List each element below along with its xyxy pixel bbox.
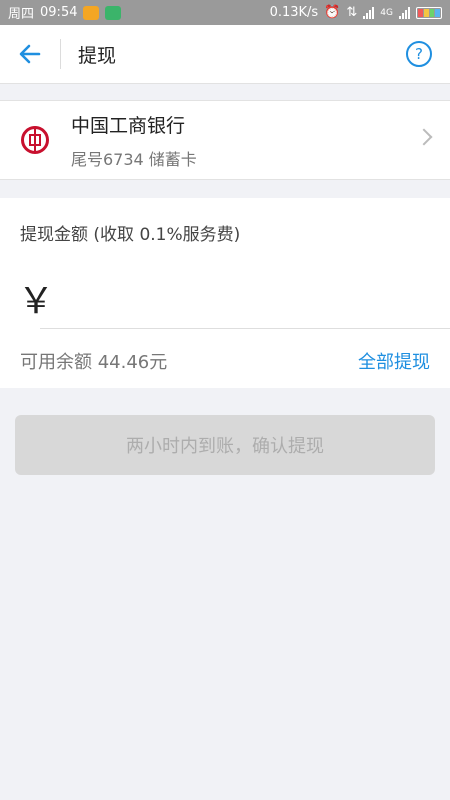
page-title: 提现 xyxy=(78,44,117,67)
signal-2-icon xyxy=(399,6,410,19)
status-left: 周四 09:54 xyxy=(8,3,122,22)
input-underline xyxy=(40,328,450,329)
battery-icon xyxy=(416,6,442,19)
bank-card-detail: 尾号6734 储蓄卡 xyxy=(71,149,197,169)
alarm-icon: ⏰ xyxy=(324,5,341,20)
help-button[interactable]: ? xyxy=(406,41,432,67)
amount-label: 提现金额 (收取 0.1%服务费) xyxy=(20,225,241,245)
app-notification-icon xyxy=(83,5,100,20)
icbc-logo-icon xyxy=(21,126,49,154)
status-day: 周四 xyxy=(8,7,35,22)
available-balance: 可用余额 44.46元 xyxy=(20,352,168,373)
header: 提现 ? xyxy=(0,25,450,84)
bank-name: 中国工商银行 xyxy=(71,114,186,137)
amount-section: 提现金额 (收取 0.1%服务费) ￥ 可用余额 44.46元 全部提现 xyxy=(0,198,450,388)
question-circle-icon: ? xyxy=(415,45,423,63)
withdraw-all-button[interactable]: 全部提现 xyxy=(358,348,430,374)
data-arrows-icon: ⇅ xyxy=(346,5,358,20)
status-time: 09:54 xyxy=(40,5,78,20)
confirm-withdraw-button[interactable]: 两小时内到账，确认提现 xyxy=(15,415,435,475)
bank-card-selector[interactable]: 中国工商银行 尾号6734 储蓄卡 xyxy=(0,100,450,180)
shield-app-icon xyxy=(105,5,122,20)
bank-text: 中国工商银行 尾号6734 储蓄卡 xyxy=(71,111,197,170)
status-bar: 周四 09:54 0.13K/s ⏰ ⇅ 4G xyxy=(0,0,450,25)
currency-symbol: ￥ xyxy=(18,281,55,322)
header-divider xyxy=(60,39,61,69)
chevron-right-icon xyxy=(415,128,433,146)
back-button[interactable] xyxy=(0,25,60,84)
network-speed: 0.13K/s xyxy=(269,5,319,20)
signal-icon xyxy=(363,6,375,19)
status-right: 0.13K/s ⏰ ⇅ 4G xyxy=(270,5,442,20)
net-type: 4G xyxy=(380,7,393,18)
arrow-left-icon xyxy=(19,44,41,64)
amount-input[interactable] xyxy=(52,278,422,312)
